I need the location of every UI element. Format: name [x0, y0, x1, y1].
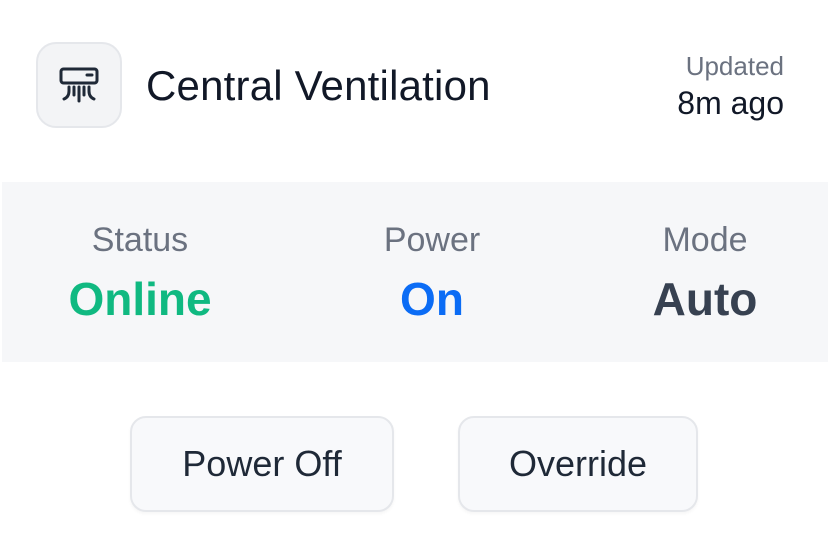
device-card: Central Ventilation Updated 8m ago Statu… — [0, 0, 828, 556]
device-icon-tile — [36, 42, 122, 128]
stat-mode-label: Mode — [662, 221, 748, 259]
stat-status: Status Online — [68, 218, 211, 330]
stat-mode: Mode Auto — [653, 218, 758, 330]
stat-status-label: Status — [91, 221, 189, 259]
updated-value: 8m ago — [677, 85, 784, 121]
stat-power-label: Power — [383, 221, 481, 259]
stat-status-value: Online — [68, 273, 212, 325]
card-header: Central Ventilation Updated 8m ago — [0, 0, 828, 180]
updated-label: Updated — [685, 51, 784, 81]
action-bar: Power Off Override — [0, 416, 828, 516]
power-off-button[interactable]: Power Off — [130, 416, 394, 512]
air-conditioner-icon — [59, 67, 99, 103]
device-title: Central Ventilation — [146, 62, 491, 109]
stat-power-value: On — [400, 273, 464, 325]
override-button[interactable]: Override — [458, 416, 698, 512]
last-updated: Updated 8m ago — [677, 50, 784, 124]
status-panel: Status Online Power On Mode Auto — [2, 182, 828, 362]
stat-power: Power On — [384, 218, 480, 330]
stat-mode-value: Auto — [652, 273, 758, 325]
